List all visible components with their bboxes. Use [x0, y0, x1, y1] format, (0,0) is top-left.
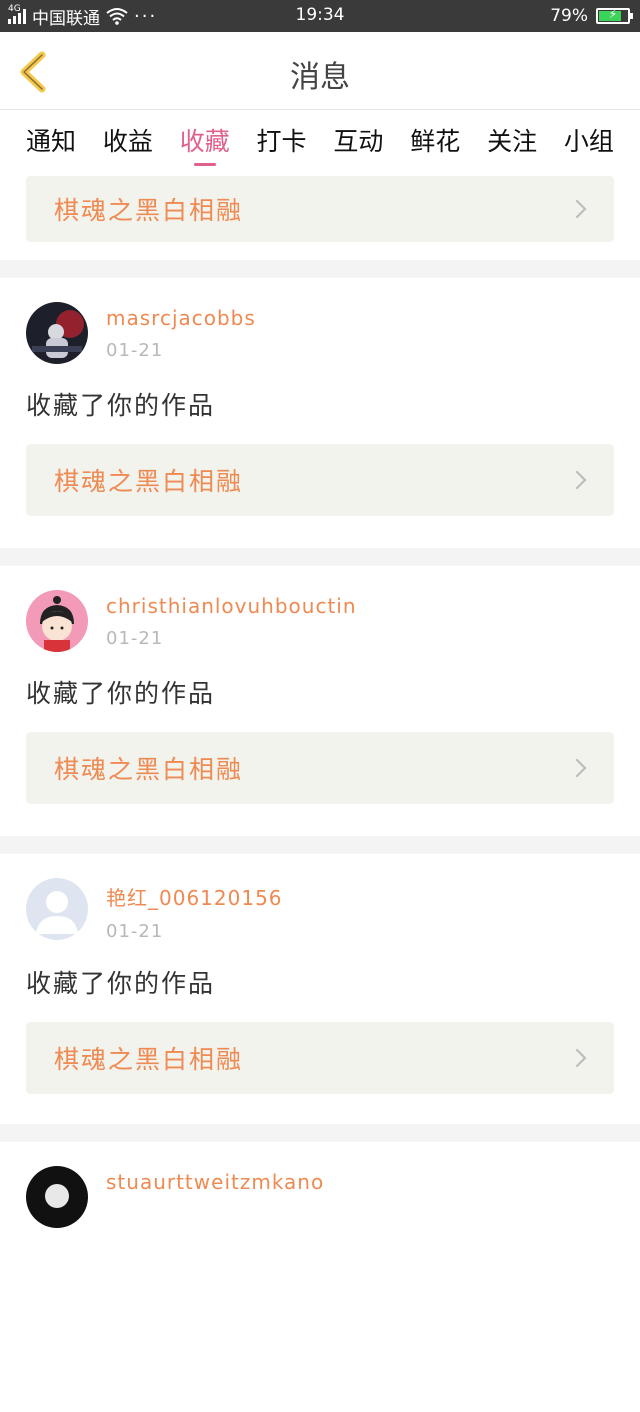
tab-notifications[interactable]: 通知	[26, 110, 76, 176]
tab-earnings[interactable]: 收益	[103, 110, 153, 176]
list-item: masrcjacobbs 01-21 收藏了你的作品 棋魂之黑白相融	[0, 278, 640, 548]
battery-icon: ⚡	[596, 7, 633, 24]
network-type: 4G	[8, 4, 21, 14]
battery-percent: 79%	[550, 6, 588, 26]
wifi-icon	[106, 8, 128, 25]
work-link[interactable]: 棋魂之黑白相融	[26, 732, 614, 804]
more-dots: ···	[134, 5, 158, 27]
tab-interactions[interactable]: 互动	[333, 110, 383, 176]
message-list: 棋魂之黑白相融 masrcjacobbs 01-21 收藏了你的作品 棋魂之黑白…	[0, 176, 640, 1412]
action-text: 收藏了你的作品	[26, 969, 216, 998]
username[interactable]: christhianlovuhbouctin	[106, 594, 357, 618]
tab-following[interactable]: 关注	[487, 110, 537, 176]
timestamp: 01-21	[106, 340, 164, 361]
work-title: 棋魂之黑白相融	[54, 467, 244, 496]
action-text: 收藏了你的作品	[26, 391, 216, 420]
avatar[interactable]	[26, 1166, 88, 1228]
work-link[interactable]: 棋魂之黑白相融	[26, 1022, 614, 1094]
chevron-right-icon	[575, 470, 587, 490]
action-text: 收藏了你的作品	[26, 679, 216, 708]
tab-groups[interactable]: 小组	[564, 110, 614, 176]
status-bar: 4G 中国联通 ··· 19:34 79% ⚡	[0, 0, 640, 32]
work-title: 棋魂之黑白相融	[54, 755, 244, 784]
work-title: 棋魂之黑白相融	[54, 1045, 244, 1074]
chevron-right-icon	[575, 1048, 587, 1068]
list-item: stuaurttweitzmkano	[0, 1142, 640, 1412]
list-item: 艳红_006120156 01-21 收藏了你的作品 棋魂之黑白相融	[0, 854, 640, 1124]
page-title: 消息	[290, 60, 350, 95]
list-item: christhianlovuhbouctin 01-21 收藏了你的作品 棋魂之…	[0, 566, 640, 836]
timestamp: 01-21	[106, 628, 164, 649]
tab-flowers[interactable]: 鲜花	[410, 110, 460, 176]
timestamp: 01-21	[106, 921, 164, 942]
tab-checkin[interactable]: 打卡	[257, 110, 307, 176]
work-link[interactable]: 棋魂之黑白相融	[26, 444, 614, 516]
username[interactable]: stuaurttweitzmkano	[106, 1170, 324, 1194]
list-item: 棋魂之黑白相融	[0, 176, 640, 260]
username[interactable]: masrcjacobbs	[106, 306, 256, 330]
avatar[interactable]	[26, 590, 88, 652]
work-link[interactable]: 棋魂之黑白相融	[26, 176, 614, 242]
avatar[interactable]	[26, 302, 88, 364]
carrier-name: 中国联通	[32, 8, 100, 29]
tab-favorites[interactable]: 收藏	[180, 110, 230, 176]
username[interactable]: 艳红_006120156	[106, 882, 283, 911]
signal-icon: 4G	[8, 4, 26, 24]
chevron-right-icon	[575, 199, 587, 219]
tab-bar: 通知 收益 收藏 打卡 互动 鲜花 关注 小组	[0, 110, 640, 176]
chevron-right-icon	[575, 758, 587, 778]
avatar[interactable]	[26, 878, 88, 940]
nav-header: 消息	[0, 32, 640, 110]
work-title: 棋魂之黑白相融	[54, 196, 244, 225]
